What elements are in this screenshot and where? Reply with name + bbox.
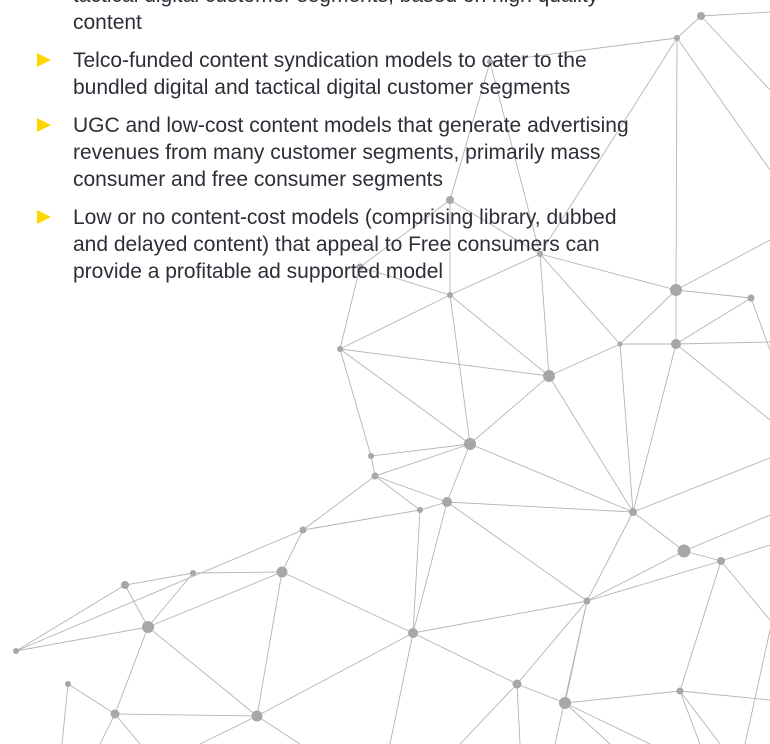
bullet-text: UGC and low-cost content models that gen… <box>73 114 629 191</box>
list-item: Low or no content-cost models (comprisin… <box>0 204 633 285</box>
bullet-text: tactical digital customer segments, base… <box>73 0 598 34</box>
bullet-list: tactical digital customer segments, base… <box>0 0 633 296</box>
list-item: Telco-funded content syndication models … <box>0 47 633 101</box>
bullet-arrow-icon <box>37 53 51 67</box>
bullet-arrow-icon <box>37 210 51 224</box>
bullet-arrow-icon <box>37 118 51 132</box>
bullet-text: Low or no content-cost models (comprisin… <box>73 206 617 283</box>
bullet-text: Telco-funded content syndication models … <box>73 49 587 99</box>
list-item: tactical digital customer segments, base… <box>0 0 633 36</box>
list-item: UGC and low-cost content models that gen… <box>0 112 633 193</box>
